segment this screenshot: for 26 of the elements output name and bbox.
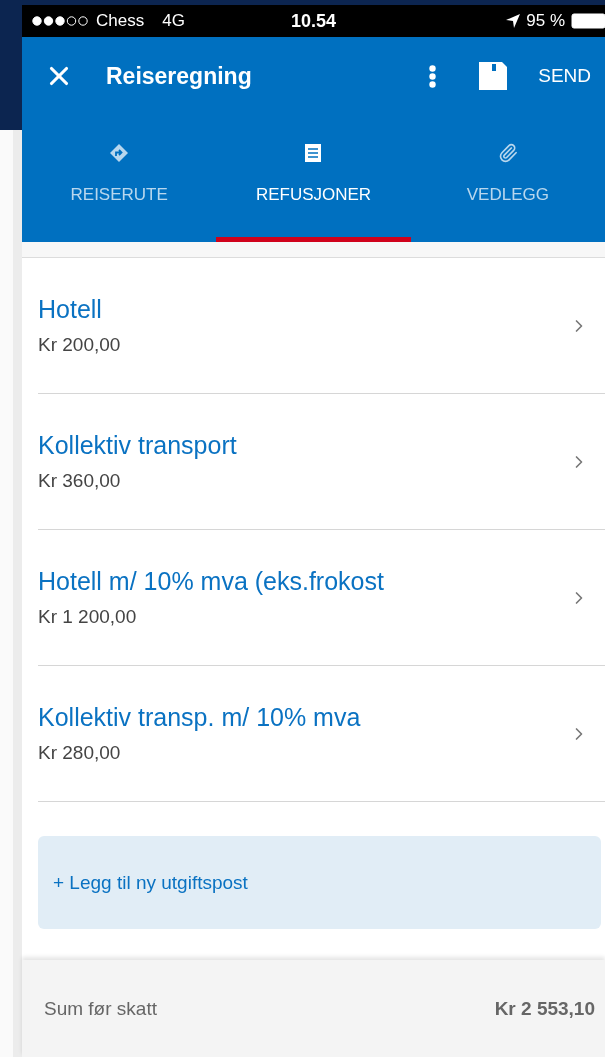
clock-time: 10.54 xyxy=(291,10,336,32)
expense-title[interactable]: Hotell xyxy=(38,295,569,324)
paperclip-icon xyxy=(497,143,518,163)
expense-amount: Kr 200,00 xyxy=(38,334,122,356)
directions-icon xyxy=(109,143,130,163)
battery-percent: 95 % xyxy=(526,11,565,31)
signal-icon xyxy=(32,16,90,26)
expense-title[interactable]: Kollektiv transp. m/ 10% mva xyxy=(38,703,569,732)
expense-title[interactable]: Hotell m/ 10% mva (eks.frokost xyxy=(38,567,569,596)
sum-total: Kr 2 553,10 xyxy=(494,997,595,1020)
send-button[interactable]: SEND xyxy=(538,61,591,91)
battery-icon xyxy=(571,13,605,29)
carrier-name: Chess xyxy=(96,11,145,31)
more-vertical-icon xyxy=(429,64,437,88)
page-title: Reiseregning xyxy=(106,62,253,90)
expense-amount: Kr 280,00 xyxy=(38,742,122,764)
expense-title[interactable]: Kollektiv transport xyxy=(38,431,569,460)
network-type: 4G xyxy=(162,11,185,31)
tab[interactable]: REISERUTE xyxy=(22,115,217,242)
expense-amount: Kr 1 200,00 xyxy=(38,606,138,628)
add-expense-button[interactable]: + Legg til ny utgiftspost xyxy=(38,836,601,929)
sum-label: Sum før skatt xyxy=(44,997,158,1020)
expense-amount: Kr 360,00 xyxy=(38,470,122,492)
receipt-icon xyxy=(305,143,322,163)
location-arrow-icon xyxy=(506,14,521,28)
tab[interactable]: VEDLEGG xyxy=(410,115,605,242)
